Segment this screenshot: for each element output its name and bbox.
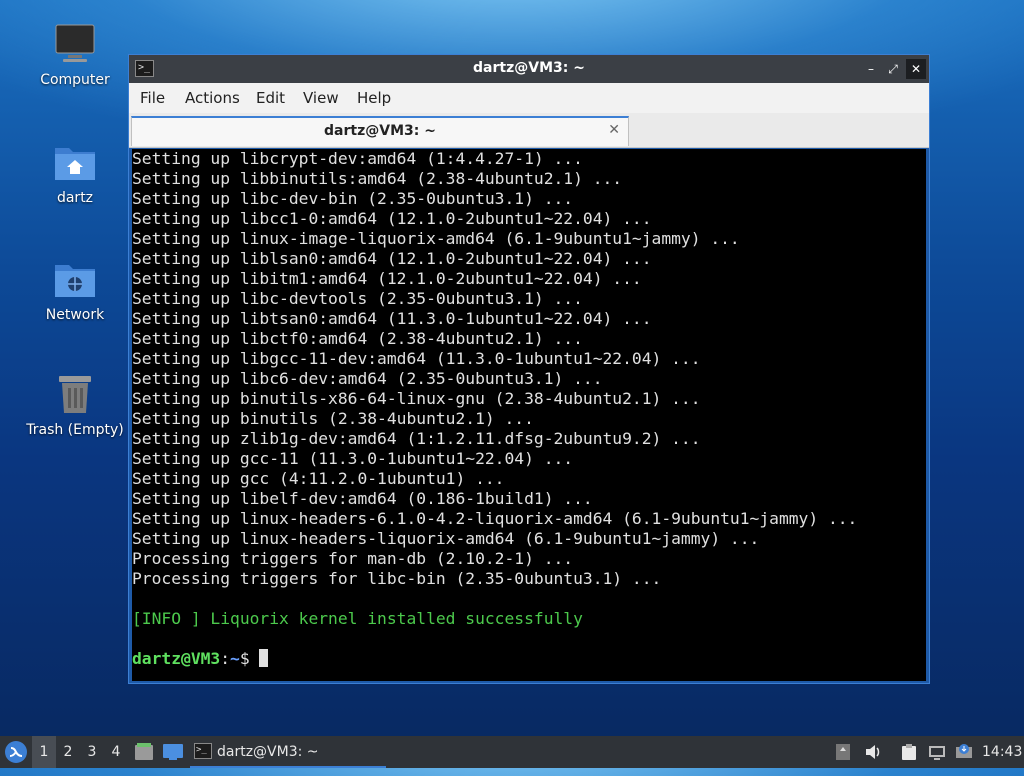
- terminal-line: Setting up gcc (4:11.2.0-1ubuntu1) ...: [132, 469, 505, 488]
- tab-terminal[interactable]: dartz@VM3: ~ ✕: [131, 116, 629, 146]
- clock[interactable]: 14:43: [982, 736, 1022, 768]
- menu-actions[interactable]: Actions: [185, 89, 240, 107]
- files-icon: [135, 743, 153, 760]
- shell-prompt[interactable]: dartz@VM3:~$: [132, 649, 926, 669]
- terminal-line: Setting up libc6-dev:amd64 (2.35-0ubuntu…: [132, 369, 603, 388]
- home-folder-icon: [53, 140, 97, 184]
- terminal-line: Setting up liblsan0:amd64 (12.1.0-2ubunt…: [132, 249, 652, 268]
- terminal-task-icon: >_: [194, 743, 212, 759]
- network-folder-icon: [53, 257, 97, 301]
- terminal-line: Setting up linux-image-liquorix-amd64 (6…: [132, 229, 740, 248]
- clipboard-icon[interactable]: [900, 743, 918, 761]
- terminal-line: Setting up binutils (2.38-4ubuntu2.1) ..…: [132, 409, 534, 428]
- tab-bar: dartz@VM3: ~ ✕: [129, 113, 929, 148]
- workspace-4[interactable]: 4: [104, 736, 128, 768]
- desktop-icon-label: Trash (Empty): [26, 422, 124, 438]
- minimize-button[interactable]: –: [861, 59, 881, 79]
- desktop-icon-label: dartz: [56, 190, 94, 206]
- file-manager-launcher[interactable]: [134, 742, 154, 762]
- desktop-icon-trash[interactable]: Trash (Empty): [20, 372, 130, 438]
- menu-bar: File Actions Edit View Help: [129, 83, 929, 113]
- menu-help[interactable]: Help: [357, 89, 391, 107]
- window-titlebar[interactable]: >_ dartz@VM3: ~ – ⤢ ✕: [129, 55, 929, 83]
- terminal-line: Setting up libc-dev-bin (2.35-0ubuntu3.1…: [132, 189, 574, 208]
- terminal-line: Setting up libitm1:amd64 (12.1.0-2ubuntu…: [132, 269, 642, 288]
- show-desktop-button[interactable]: [162, 742, 184, 762]
- update-notifier-icon[interactable]: [955, 743, 973, 761]
- trash-icon: [53, 372, 97, 416]
- maximize-button[interactable]: ⤢: [883, 59, 903, 79]
- workspace-2[interactable]: 2: [56, 736, 80, 768]
- workspace-3[interactable]: 3: [80, 736, 104, 768]
- info-message: [INFO ] Liquorix kernel installed succes…: [132, 609, 583, 628]
- desktop-icon: [163, 744, 183, 760]
- prompt-symbol: $: [239, 649, 260, 668]
- terminal-line: Setting up libcrypt-dev:amd64 (1:4.4.27-…: [132, 149, 583, 168]
- menu-edit[interactable]: Edit: [256, 89, 285, 107]
- desktop-icon-network[interactable]: Network: [20, 257, 130, 323]
- close-button[interactable]: ✕: [906, 59, 926, 79]
- tab-title: dartz@VM3: ~: [324, 123, 436, 139]
- terminal-line: Setting up linux-headers-liquorix-amd64 …: [132, 529, 760, 548]
- terminal-line: Setting up binutils-x86-64-linux-gnu (2.…: [132, 389, 701, 408]
- window-title: dartz@VM3: ~: [473, 60, 585, 76]
- taskbar-task-terminal[interactable]: >_ dartz@VM3: ~: [190, 736, 386, 768]
- prompt-path: ~: [230, 649, 240, 668]
- desktop-icon-computer[interactable]: Computer: [20, 22, 130, 88]
- terminal-line: Setting up libelf-dev:amd64 (0.186-1buil…: [132, 489, 593, 508]
- start-menu-icon: [5, 741, 27, 763]
- terminal-line: Setting up libcc1-0:amd64 (12.1.0-2ubunt…: [132, 209, 652, 228]
- workspace-1[interactable]: 1: [32, 736, 56, 768]
- tab-close-icon[interactable]: ✕: [608, 122, 620, 138]
- terminal-line: Processing triggers for man-db (2.10.2-1…: [132, 549, 574, 568]
- taskbar: 1 2 3 4 >_ dartz@VM3: ~ 14:43: [0, 736, 1024, 768]
- text-cursor: [259, 649, 269, 667]
- menu-view[interactable]: View: [303, 89, 339, 107]
- terminal-line: Setting up libtsan0:amd64 (11.3.0-1ubunt…: [132, 309, 652, 328]
- terminal-line: Setting up gcc-11 (11.3.0-1ubuntu1~22.04…: [132, 449, 574, 468]
- terminal-output[interactable]: Setting up libcrypt-dev:amd64 (1:4.4.27-…: [132, 149, 926, 681]
- prompt-separator: :: [220, 649, 231, 668]
- desktop-icon-label: Computer: [40, 72, 110, 88]
- network-tray-icon[interactable]: [928, 743, 946, 761]
- desktop-icon-label: Network: [45, 307, 105, 323]
- terminal-window: >_ dartz@VM3: ~ – ⤢ ✕ File Actions Edit …: [128, 54, 930, 684]
- terminal-line: Setting up zlib1g-dev:amd64 (1:1.2.11.df…: [132, 429, 701, 448]
- terminal-line: Setting up libgcc-11-dev:amd64 (11.3.0-1…: [132, 349, 701, 368]
- prompt-user-host: dartz@VM3: [132, 649, 221, 668]
- menu-file[interactable]: File: [140, 89, 165, 107]
- terminal-line: Setting up libbinutils:amd64 (2.38-4ubun…: [132, 169, 623, 188]
- terminal-line: Setting up linux-headers-6.1.0-4.2-liquo…: [132, 509, 858, 528]
- start-menu-button[interactable]: [4, 740, 28, 764]
- terminal-line: Processing triggers for libc-bin (2.35-0…: [132, 569, 662, 588]
- terminal-line: Setting up libctf0:amd64 (2.38-4ubuntu2.…: [132, 329, 583, 348]
- computer-icon: [53, 22, 97, 66]
- desktop-icon-home[interactable]: dartz: [20, 140, 130, 206]
- task-label: dartz@VM3: ~: [217, 744, 319, 760]
- terminal-line: Setting up libc-devtools (2.35-0ubuntu3.…: [132, 289, 583, 308]
- tray-scroll-icon[interactable]: [835, 743, 853, 761]
- volume-icon[interactable]: [864, 743, 882, 761]
